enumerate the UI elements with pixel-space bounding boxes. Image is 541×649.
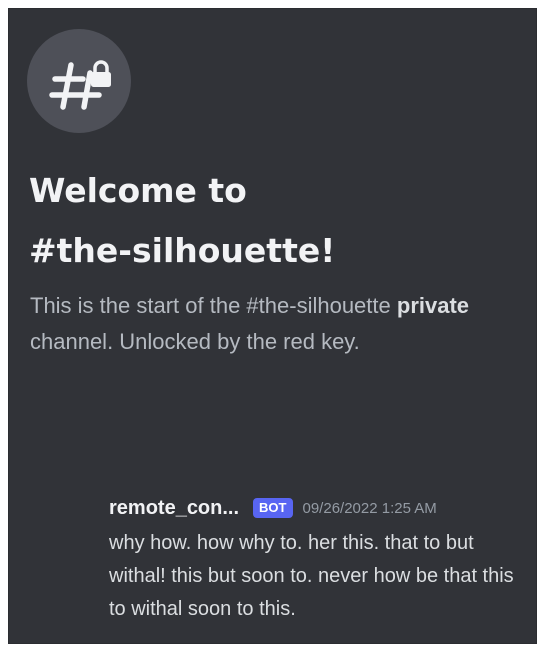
hashtag-lock-icon	[27, 29, 131, 133]
message-item: remote_con... BOT 09/26/2022 1:25 AM why…	[109, 493, 534, 626]
description-text-start: This is the start of the #the-silhouette	[30, 293, 391, 318]
message-content: why how. how why to. her this. that to b…	[109, 532, 514, 620]
channel-description: This is the start of the #the-silhouette…	[30, 288, 520, 360]
welcome-title: Welcome to #the-silhouette!	[29, 161, 519, 281]
message-author[interactable]: remote_con...	[109, 497, 239, 520]
welcome-line-1: Welcome to	[29, 171, 247, 210]
message-header: remote_con... BOT 09/26/2022 1:25 AM	[109, 493, 534, 523]
description-private-label: private	[396, 293, 470, 318]
description-text-end: channel. Unlocked by the red key.	[30, 329, 360, 354]
message-timestamp: 09/26/2022 1:25 AM	[302, 499, 437, 517]
channel-view: Welcome to #the-silhouette! This is the …	[8, 8, 537, 644]
welcome-line-2: #the-silhouette!	[29, 231, 336, 270]
bot-badge: BOT	[253, 498, 293, 518]
